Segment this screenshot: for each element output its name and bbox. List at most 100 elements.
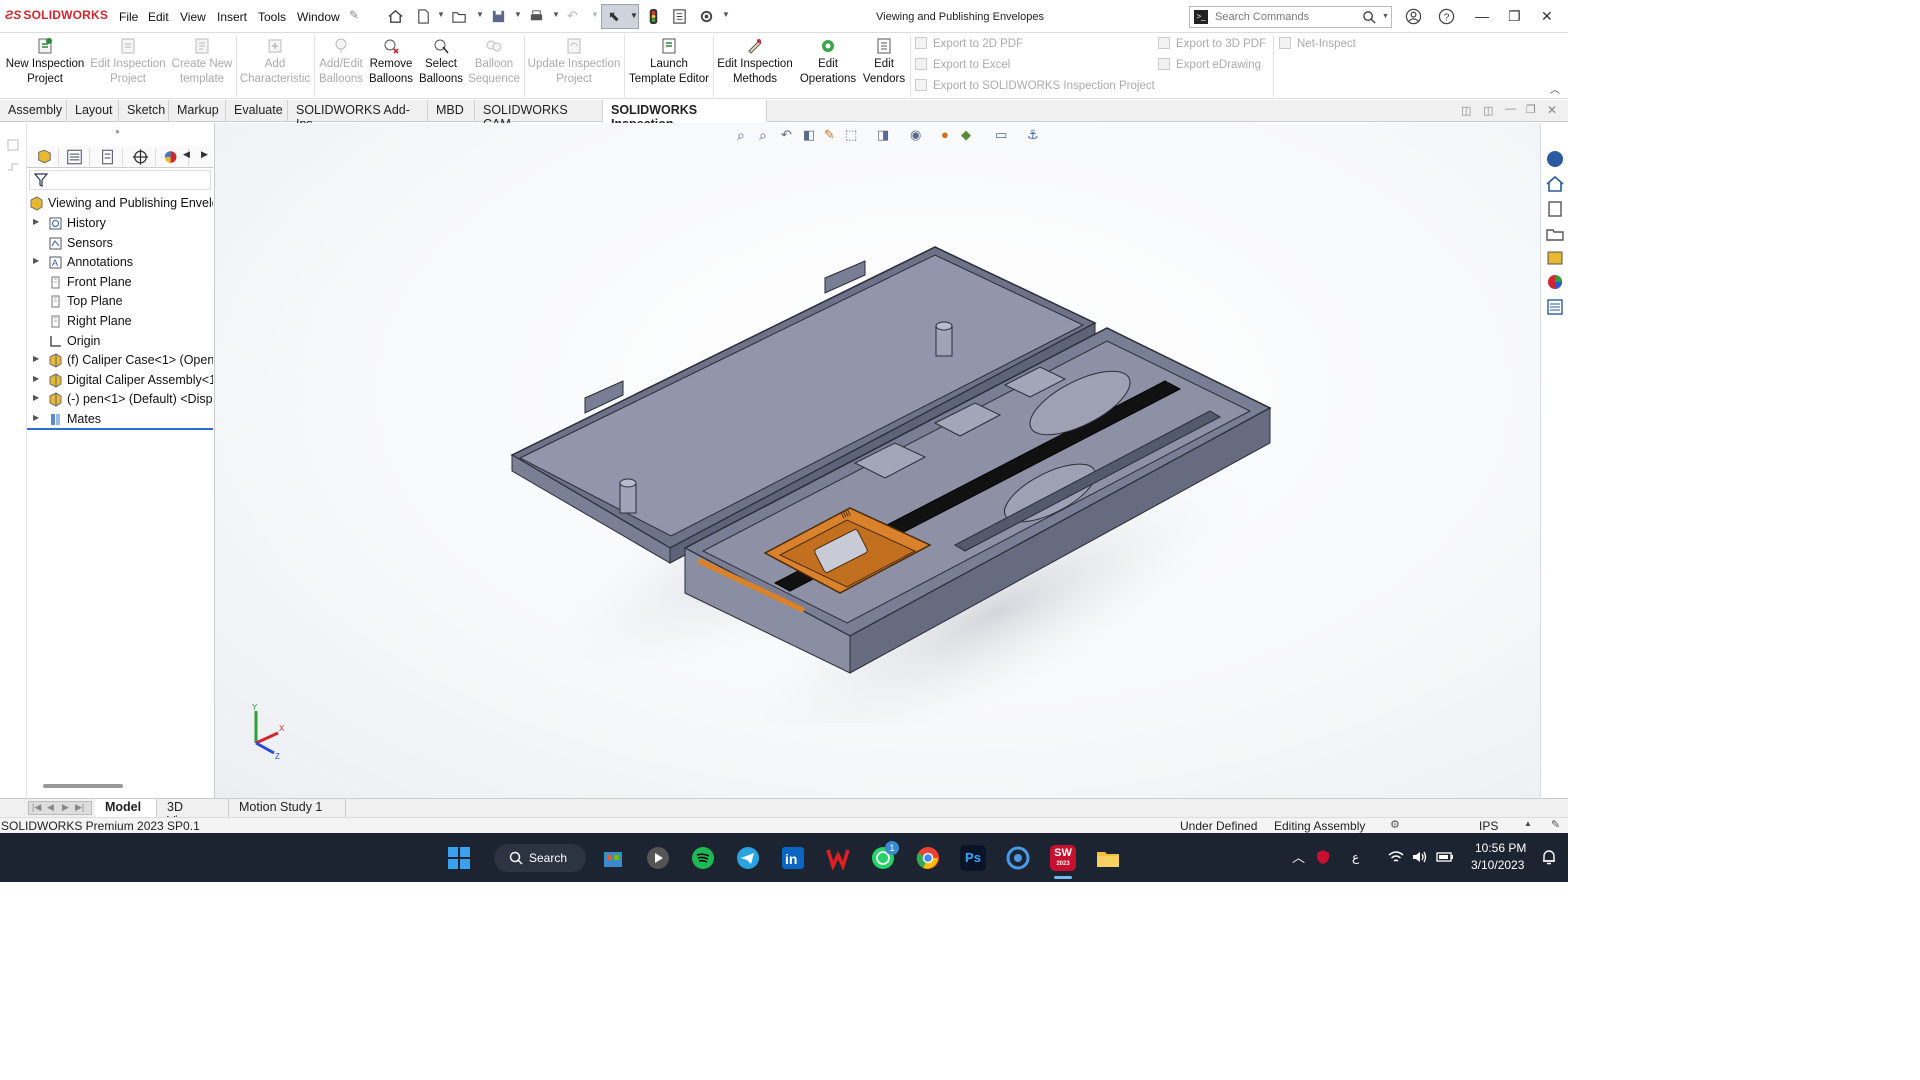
previous-view-icon[interactable]: ↶ [781,127,792,143]
save-icon[interactable] [490,8,507,25]
export-2d-pdf-button[interactable]: Export to 2D PDF [915,37,1023,50]
chevron-down-icon[interactable]: ▼ [514,10,522,19]
net-inspect-button[interactable]: Net-Inspect [1279,37,1356,50]
previous-tab-icon[interactable]: ◀ [47,802,54,813]
sketch-tool-icon[interactable] [6,138,20,152]
select-tool-button[interactable]: ⬉ ▼ [601,4,639,29]
antivirus-tray-icon[interactable] [1315,849,1331,865]
chrome-icon[interactable] [915,845,941,871]
tree-item-front-plane[interactable]: Front Plane [27,273,213,292]
taskbar-search[interactable]: Search [494,844,586,872]
tree-item-history[interactable]: ▶ History [27,214,213,233]
edit-operations-button[interactable]: Edit Operations [798,37,858,87]
tile-right-icon[interactable]: ◫ [1483,104,1493,117]
design-library-icon[interactable] [1544,198,1566,220]
home-icon[interactable] [387,8,404,25]
configuration-manager-tab-icon[interactable] [93,148,123,166]
graphics-viewport[interactable]: ⌕ ⌕ ↶ ◧ ✎ ⬚ ◨ ◉ ● ◆ ▭ ⚓ ⅠⅠⅠⅠ Y X Z [215,123,1540,798]
dimension-tool-icon[interactable] [6,160,20,174]
dimxpert-tab-icon[interactable] [126,148,156,166]
launch-template-editor-button[interactable]: Launch Template Editor [628,37,710,87]
tree-item-annotations[interactable]: ▶ A Annotations [27,253,213,272]
export-edrawing-button[interactable]: Export eDrawing [1158,58,1261,71]
tree-item-f-caliper-case-1-open[interactable]: ▶ (f) Caliper Case<1> (Open) [27,351,213,370]
units-chevron-icon[interactable]: ▲ [1524,819,1532,828]
solidworks-taskbar-icon[interactable]: SW 2023 [1050,845,1076,871]
add-edit-balloons-button[interactable]: Add/Edit Balloons [317,37,365,87]
edit-appearance-icon[interactable]: ● [941,127,949,142]
next-tab-icon[interactable]: ▶ [62,802,69,813]
media-player-icon[interactable] [645,845,671,871]
chevron-down-icon[interactable]: ▼ [552,10,560,19]
caliper-case-model[interactable]: ⅠⅠⅠⅠ [475,233,1275,723]
doc-minimize-icon[interactable]: — [1505,103,1516,115]
clock-date[interactable]: 3/10/2023 [1471,858,1524,872]
file-properties-icon[interactable] [671,8,688,25]
new-document-icon[interactable] [415,8,432,25]
menu-window[interactable]: Window [297,10,340,24]
menu-file[interactable]: File [119,10,138,24]
appearances-icon[interactable] [1544,271,1566,293]
tree-item-top-plane[interactable]: Top Plane [27,292,213,311]
tile-left-icon[interactable]: ◫ [1461,104,1471,117]
open-folder-icon[interactable] [451,8,468,25]
wps-office-icon[interactable] [825,845,851,871]
options-gear-icon[interactable] [698,8,715,25]
store-icon[interactable] [600,845,626,871]
tab-mbd[interactable]: MBD [428,100,475,122]
triad-icon[interactable]: ⚓ [1027,127,1039,143]
export-sw-inspection-button[interactable]: Export to SOLIDWORKS Inspection Project [915,79,1155,92]
tree-item-digital-caliper-assembly-1[interactable]: ▶ Digital Caliper Assembly<1 [27,371,213,390]
expand-arrow-icon[interactable]: ▶ [33,374,39,383]
tree-item-right-plane[interactable]: Right Plane [27,312,213,331]
tray-chevron-up-icon[interactable]: ︿ [1292,847,1305,866]
section-view-icon[interactable]: ◧ [803,127,815,143]
solidworks-resources-icon[interactable] [1544,148,1566,170]
tab-layout[interactable]: Layout [67,100,119,122]
zoom-to-fit-icon[interactable]: ⌕ [737,127,745,144]
doc-close-icon[interactable]: ✕ [1547,103,1557,117]
tree-root[interactable]: Viewing and Publishing Envelo [27,194,213,213]
tab-solidworks-add-ins[interactable]: SOLIDWORKS Add-Ins [288,100,428,131]
photoshop-icon[interactable]: Ps [960,845,986,871]
chevron-down-icon[interactable]: ▼ [476,10,484,19]
undo-icon[interactable]: ↶ [567,8,578,24]
linkedin-icon[interactable]: in [780,845,806,871]
feature-tree-tab-icon[interactable] [29,148,59,166]
hide-show-items-icon[interactable]: ◉ [910,127,921,143]
zoom-to-area-icon[interactable]: ⌕ [759,127,767,144]
tab-sketch[interactable]: Sketch [119,100,169,122]
horizontal-scrollbar[interactable] [43,784,123,788]
new-inspection-project-button[interactable]: New Inspection Project [4,37,86,87]
battery-icon[interactable] [1436,849,1454,865]
update-inspection-project-button[interactable]: Update Inspection Project [527,37,621,87]
panel-grip-icon[interactable]: ● [115,127,120,136]
expand-arrow-icon[interactable]: ▶ [33,256,39,265]
menu-view[interactable]: View [180,10,206,24]
tab-model[interactable]: Model [95,799,157,817]
tree-filter[interactable] [29,170,211,190]
windows-start-icon[interactable] [446,845,472,871]
display-style-icon[interactable]: ◨ [877,127,889,143]
restore-icon[interactable]: ❐ [1508,8,1521,25]
tree-item-pen-1-default-disp[interactable]: ▶ (-) pen<1> (Default) <Disp [27,390,213,409]
expand-arrow-icon[interactable]: ▶ [33,413,39,422]
menu-tools[interactable]: Tools [258,10,286,24]
unit-system[interactable]: IPS [1479,819,1498,833]
tab-markup[interactable]: Markup [169,100,226,122]
collapse-chevron-icon[interactable]: ︿ [1550,81,1560,96]
menu-edit[interactable]: Edit [148,10,169,24]
language-indicator-icon[interactable]: ع [1352,850,1359,864]
first-tab-icon[interactable]: |◀ [32,802,41,813]
edit-inspection-methods-button[interactable]: Edit Inspection Methods [716,37,794,87]
edit-vendors-button[interactable]: Edit Vendors [860,37,908,87]
spotify-icon[interactable] [690,845,716,871]
volume-icon[interactable] [1411,849,1429,865]
tab-assembly[interactable]: Assembly [0,100,67,122]
vpn-app-icon[interactable] [1005,845,1031,871]
apply-scene-icon[interactable]: ◆ [961,127,971,143]
traffic-light-icon[interactable] [645,8,662,25]
tree-item-origin[interactable]: Origin [27,332,213,351]
chevron-down-icon[interactable]: ▼ [591,10,599,19]
help-icon[interactable]: ? [1438,8,1455,25]
